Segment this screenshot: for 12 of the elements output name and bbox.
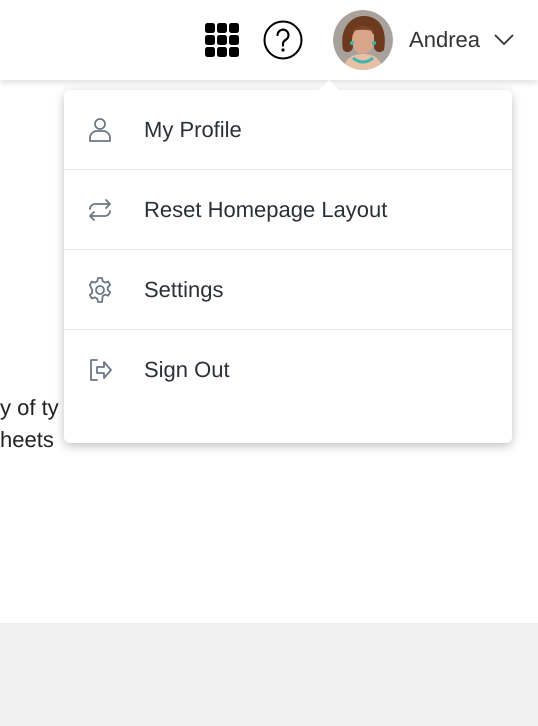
help-icon[interactable] [263, 20, 304, 60]
menu-item[interactable]: Settings [64, 250, 512, 330]
person-icon [86, 116, 114, 144]
apps-grid-icon[interactable] [205, 23, 240, 57]
menu-item[interactable]: Sign Out [64, 330, 512, 409]
chevron-down-icon[interactable] [494, 34, 514, 46]
settings-icon [86, 276, 114, 304]
body-text: heets [0, 427, 54, 452]
menu-item[interactable]: Reset Homepage Layout [64, 170, 512, 250]
user-name[interactable]: Andrea [409, 27, 480, 53]
menu-item[interactable]: My Profile [64, 90, 512, 170]
body-text: y of ty [0, 395, 59, 420]
